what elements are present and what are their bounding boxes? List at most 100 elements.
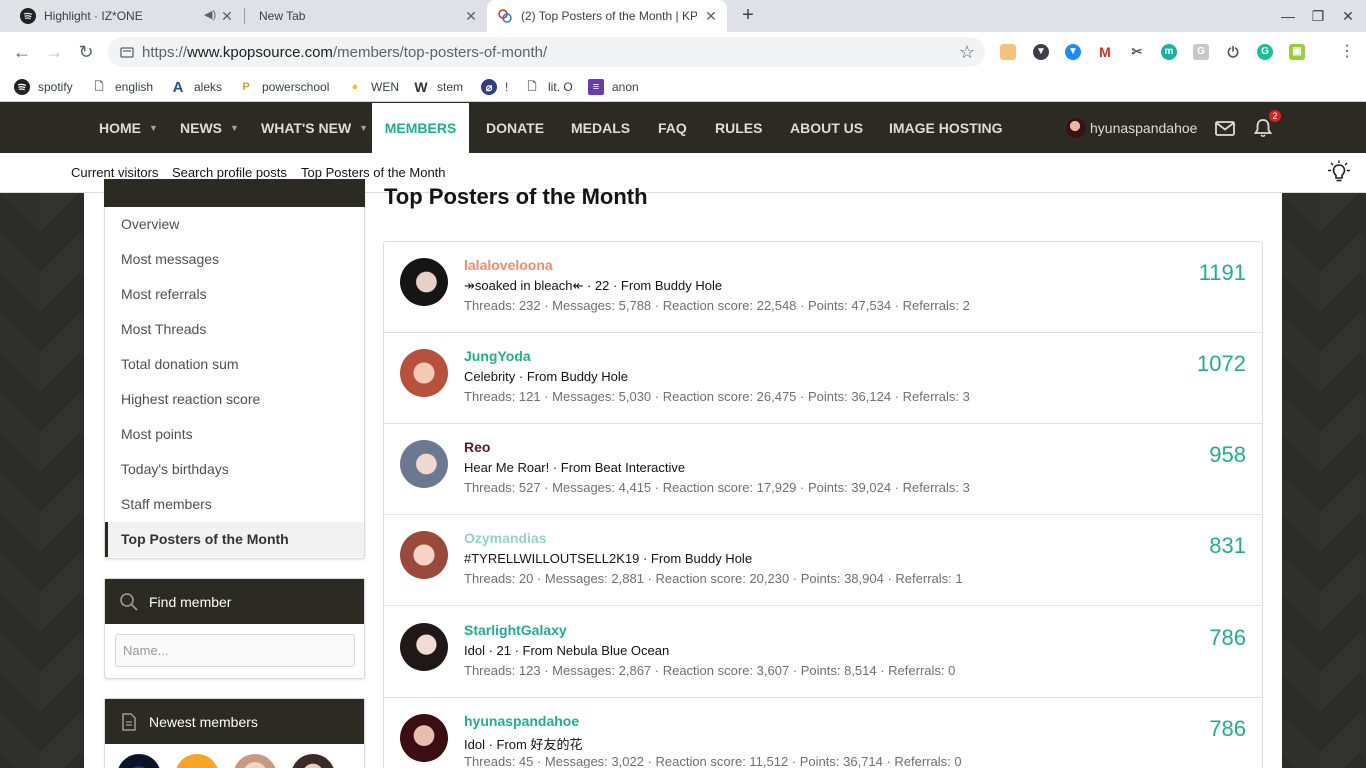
username-link[interactable]: lalaloveloona (464, 257, 553, 273)
menu-most-threads[interactable]: Most Threads (105, 312, 364, 347)
avatar[interactable] (175, 754, 219, 768)
chevron-down-icon[interactable]: ▼ (359, 123, 368, 133)
site-info-icon[interactable] (120, 45, 134, 59)
nav-donate[interactable]: DONATE (486, 103, 544, 153)
extension-m-icon[interactable]: m (1161, 44, 1177, 60)
grammarly-icon[interactable]: G (1257, 44, 1273, 60)
menu-most-referrals[interactable]: Most referrals (105, 277, 364, 312)
user-blurb: Idol · 21 · From Nebula Blue Ocean (464, 643, 670, 658)
avatar[interactable] (400, 714, 448, 762)
username-link[interactable]: JungYoda (464, 348, 531, 364)
browser-tab-top-posters[interactable]: (2) Top Posters of the Month | KP ✕ (487, 0, 727, 32)
nav-home[interactable]: HOME ▼ (99, 103, 158, 153)
browser-toolbar: ← → ↻ https://www.kpopsource.com/members… (0, 32, 1366, 72)
username-link[interactable]: hyunaspandahoe (464, 713, 579, 729)
menu-staff-members[interactable]: Staff members (105, 487, 364, 522)
restore-window-icon[interactable]: ❐ (1310, 8, 1326, 24)
nav-news[interactable]: NEWS ▼ (180, 103, 239, 153)
bookmark-star-icon[interactable]: ☆ (959, 42, 975, 63)
audio-playing-icon[interactable]: ◀) (204, 8, 216, 21)
nav-image-hosting[interactable]: IMAGE HOSTING (889, 103, 1003, 153)
user-account-menu[interactable]: hyunaspandahoe (1066, 116, 1197, 140)
nav-about-us[interactable]: ABOUT US (790, 103, 863, 153)
bookmark-stem[interactable]: Wstem (413, 78, 463, 96)
menu-top-posters-of-the-month[interactable]: Top Posters of the Month (105, 522, 364, 557)
menu-most-messages[interactable]: Most messages (105, 242, 364, 277)
menu-highest-reaction-score[interactable]: Highest reaction score (105, 382, 364, 417)
user-blurb: #TYRELLWILLOUTSELL2K19 · From Buddy Hole (464, 551, 753, 566)
back-arrow-icon[interactable]: ← (11, 41, 33, 63)
subnav-top-posters[interactable]: Top Posters of the Month (301, 165, 446, 180)
browser-tab-new-tab[interactable]: New Tab ✕ (245, 0, 487, 32)
username-link[interactable]: StarlightGalaxy (464, 622, 567, 638)
extension-g-icon[interactable]: G (1193, 44, 1209, 60)
envelope-icon[interactable] (1214, 118, 1236, 138)
menu-most-points[interactable]: Most points (105, 417, 364, 452)
avatar[interactable] (233, 754, 277, 768)
browser-tab-highlight[interactable]: Highlight · IZ*ONE ◀) ✕ (0, 0, 243, 32)
close-window-icon[interactable]: ✕ (1340, 8, 1356, 24)
user-stats: Threads: 121 · Messages: 5,030 · Reactio… (464, 389, 970, 404)
avatar[interactable] (400, 440, 448, 488)
username-link[interactable]: Ozymandias (464, 530, 546, 546)
bookmarks-bar: spotify 🗋 english Aaleks Ppowerschool ● WE… (0, 72, 1366, 102)
close-tab-icon[interactable]: ✕ (463, 8, 479, 24)
notification-badge: 2 (1269, 110, 1281, 122)
bookmark-english[interactable]: 🗋 english (91, 78, 153, 96)
subnav-search-profile-posts[interactable]: Search profile posts (172, 165, 287, 180)
list-item: StarlightGalaxy Idol · 21 · From Nebula … (384, 607, 1262, 698)
menu-overview[interactable]: Overview (105, 207, 364, 242)
gmail-icon[interactable]: M (1097, 44, 1113, 60)
bookmark-spotify[interactable]: spotify (14, 78, 73, 96)
avatar[interactable] (400, 258, 448, 306)
tab-title: (2) Top Posters of the Month | KP (521, 9, 697, 23)
extension-vpn-icon[interactable]: ▼ (1065, 44, 1081, 60)
bookmark-powerschool[interactable]: Ppowerschool (238, 78, 329, 96)
extension-shield-icon[interactable]: ▼ (1033, 44, 1049, 60)
bookmark-lit[interactable]: 🗋 lit. O (524, 78, 573, 96)
bookmark-anon[interactable]: ≡ anon (588, 78, 639, 96)
new-tab-button[interactable]: + (738, 5, 758, 26)
nav-medals[interactable]: MEDALS (571, 103, 630, 153)
spotify-icon (20, 8, 36, 24)
subnav-current-visitors[interactable]: Current visitors (71, 165, 158, 180)
post-count: 1072 (1197, 351, 1246, 376)
nav-faq[interactable]: FAQ (658, 103, 687, 153)
menu-todays-birthdays[interactable]: Today's birthdays (105, 452, 364, 487)
user-stats: Threads: 232 · Messages: 5,788 · Reactio… (464, 298, 970, 313)
lightbulb-icon[interactable] (1326, 160, 1352, 184)
nav-members[interactable]: MEMBERS (372, 103, 469, 153)
find-member-input[interactable] (115, 634, 355, 667)
avatar[interactable] (117, 754, 161, 768)
bookmark-exclaim[interactable]: ⌀! (481, 78, 508, 96)
chevron-down-icon[interactable]: ▼ (230, 123, 239, 133)
reload-icon[interactable]: ↻ (75, 41, 97, 63)
nav-rules[interactable]: RULES (715, 103, 762, 153)
bookmark-wen[interactable]: ● WEN (347, 78, 399, 96)
chrome-menu-icon[interactable]: ⋮ (1336, 41, 1358, 63)
username-link[interactable]: Reo (464, 439, 490, 455)
chevron-down-icon[interactable]: ▼ (149, 123, 158, 133)
url-text[interactable]: https://www.kpopsource.com/members/top-p… (142, 44, 547, 61)
close-tab-icon[interactable]: ✕ (219, 8, 235, 24)
close-tab-icon[interactable]: ✕ (703, 8, 719, 24)
extension-power-icon[interactable]: ⏻ (1225, 44, 1241, 60)
extension-scissors-icon[interactable]: ✂ (1129, 44, 1145, 60)
avatar[interactable] (400, 349, 448, 397)
menu-total-donation-sum[interactable]: Total donation sum (105, 347, 364, 382)
avatar[interactable] (291, 754, 335, 768)
avatar[interactable] (400, 531, 448, 579)
avatar[interactable] (400, 623, 448, 671)
newest-members-header: Newest members (105, 699, 364, 744)
list-item: Ozymandias #TYRELLWILLOUTSELL2K19 · From… (384, 515, 1262, 606)
nav-whats-new[interactable]: WHAT'S NEW ▼ (261, 103, 368, 153)
forward-arrow-icon[interactable]: → (43, 41, 65, 63)
bookmark-aleks[interactable]: Aaleks (170, 78, 222, 96)
minimize-window-icon[interactable]: — (1280, 8, 1296, 24)
browser-tab-strip: Highlight · IZ*ONE ◀) ✕ New Tab ✕ (2) To… (0, 0, 1366, 32)
site-navigation: HOME ▼ NEWS ▼ WHAT'S NEW ▼ MEMBERS DONATE M… (0, 103, 1366, 153)
address-bar[interactable]: https://www.kpopsource.com/members/top-p… (108, 37, 985, 67)
list-item: lalaloveloona ↠soaked in bleach↞ · 22 · … (384, 242, 1262, 333)
extension-grid-icon[interactable]: ▣ (1289, 44, 1305, 60)
extension-hand-icon[interactable] (1000, 44, 1016, 60)
